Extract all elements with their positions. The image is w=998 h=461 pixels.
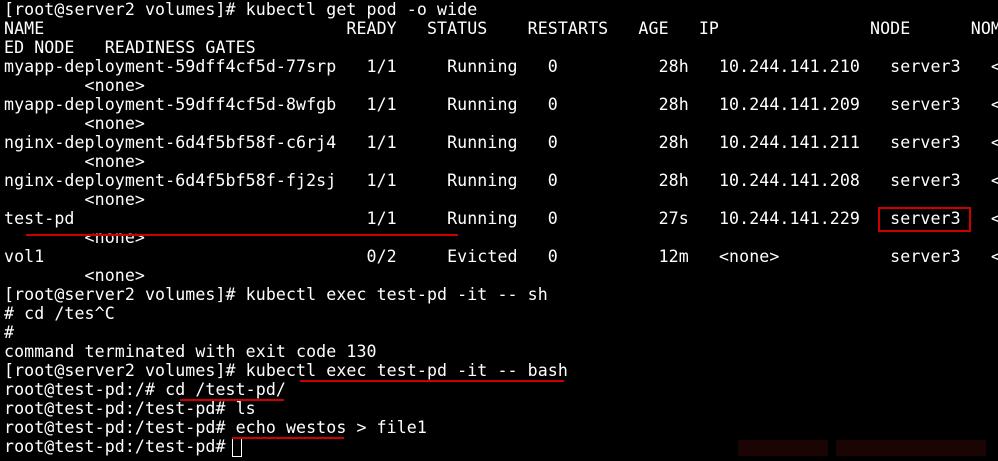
- terminal-line-prompt-exec-sh: [root@server2 volumes]# kubectl exec tes…: [4, 285, 548, 304]
- terminal-window[interactable]: [root@server2 volumes]# kubectl get pod …: [0, 0, 998, 461]
- terminal-line-bash-echo: root@test-pd:/test-pd# echo westos > fil…: [4, 418, 427, 437]
- annotation-underline-cd-test-pd: [180, 399, 284, 401]
- terminal-line-pod-myapp-77srp: myapp-deployment-59dff4cf5d-77srp 1/1 Ru…: [4, 57, 998, 76]
- terminal-line-exit-message: command terminated with exit code 130: [4, 342, 377, 361]
- terminal-line-prompt-get-pod: [root@server2 volumes]# kubectl get pod …: [4, 0, 478, 19]
- terminal-line-bash-current-prompt: root@test-pd:/test-pd#: [4, 437, 236, 456]
- watermark-logo: [836, 440, 986, 456]
- terminal-line-pod-myapp-8wfgb-wrap: <none>: [4, 114, 145, 133]
- terminal-line-pod-myapp-8wfgb: myapp-deployment-59dff4cf5d-8wfgb 1/1 Ru…: [4, 95, 998, 114]
- annotation-underline-echo-westos: [232, 437, 344, 439]
- terminal-line-pod-test-pd: test-pd 1/1 Running 0 27s 10.244.141.229…: [4, 209, 998, 228]
- terminal-line-shell-cd-interrupted: # cd /tes^C: [4, 304, 115, 323]
- terminal-line-prompt-exec-bash: [root@server2 volumes]# kubectl exec tes…: [4, 361, 568, 380]
- annotation-underline-exec-bash: [300, 380, 564, 382]
- terminal-line-pod-test-pd-wrap: <none>: [4, 228, 145, 247]
- watermark-logo: [738, 440, 828, 456]
- terminal-line-pod-nginx-c6rj4: nginx-deployment-6d4f5bf58f-c6rj4 1/1 Ru…: [4, 133, 998, 152]
- terminal-line-pod-nginx-c6rj4-wrap: <none>: [4, 152, 145, 171]
- terminal-line-pod-nginx-fj2sj: nginx-deployment-6d4f5bf58f-fj2sj 1/1 Ru…: [4, 171, 998, 190]
- annotation-box-server3: [878, 207, 971, 232]
- terminal-line-bash-cd: root@test-pd:/# cd /test-pd/: [4, 380, 286, 399]
- terminal-line-table-header-wrap: ED NODE READINESS GATES: [4, 38, 256, 57]
- terminal-line-pod-nginx-fj2sj-wrap: <none>: [4, 190, 145, 209]
- annotation-underline-test-pd-row: [26, 234, 458, 236]
- terminal-line-pod-vol1-wrap: <none>: [4, 266, 145, 285]
- terminal-line-bash-ls: root@test-pd:/test-pd# ls: [4, 399, 256, 418]
- terminal-line-pod-vol1: vol1 0/2 Evicted 0 12m <none> server3 <n…: [4, 247, 998, 266]
- terminal-line-table-header: NAME READY STATUS RESTARTS AGE IP NODE N…: [4, 19, 998, 38]
- terminal-line-shell-empty-prompt: #: [4, 323, 15, 342]
- terminal-line-pod-myapp-77srp-wrap: <none>: [4, 76, 145, 95]
- terminal-cursor: [232, 438, 242, 457]
